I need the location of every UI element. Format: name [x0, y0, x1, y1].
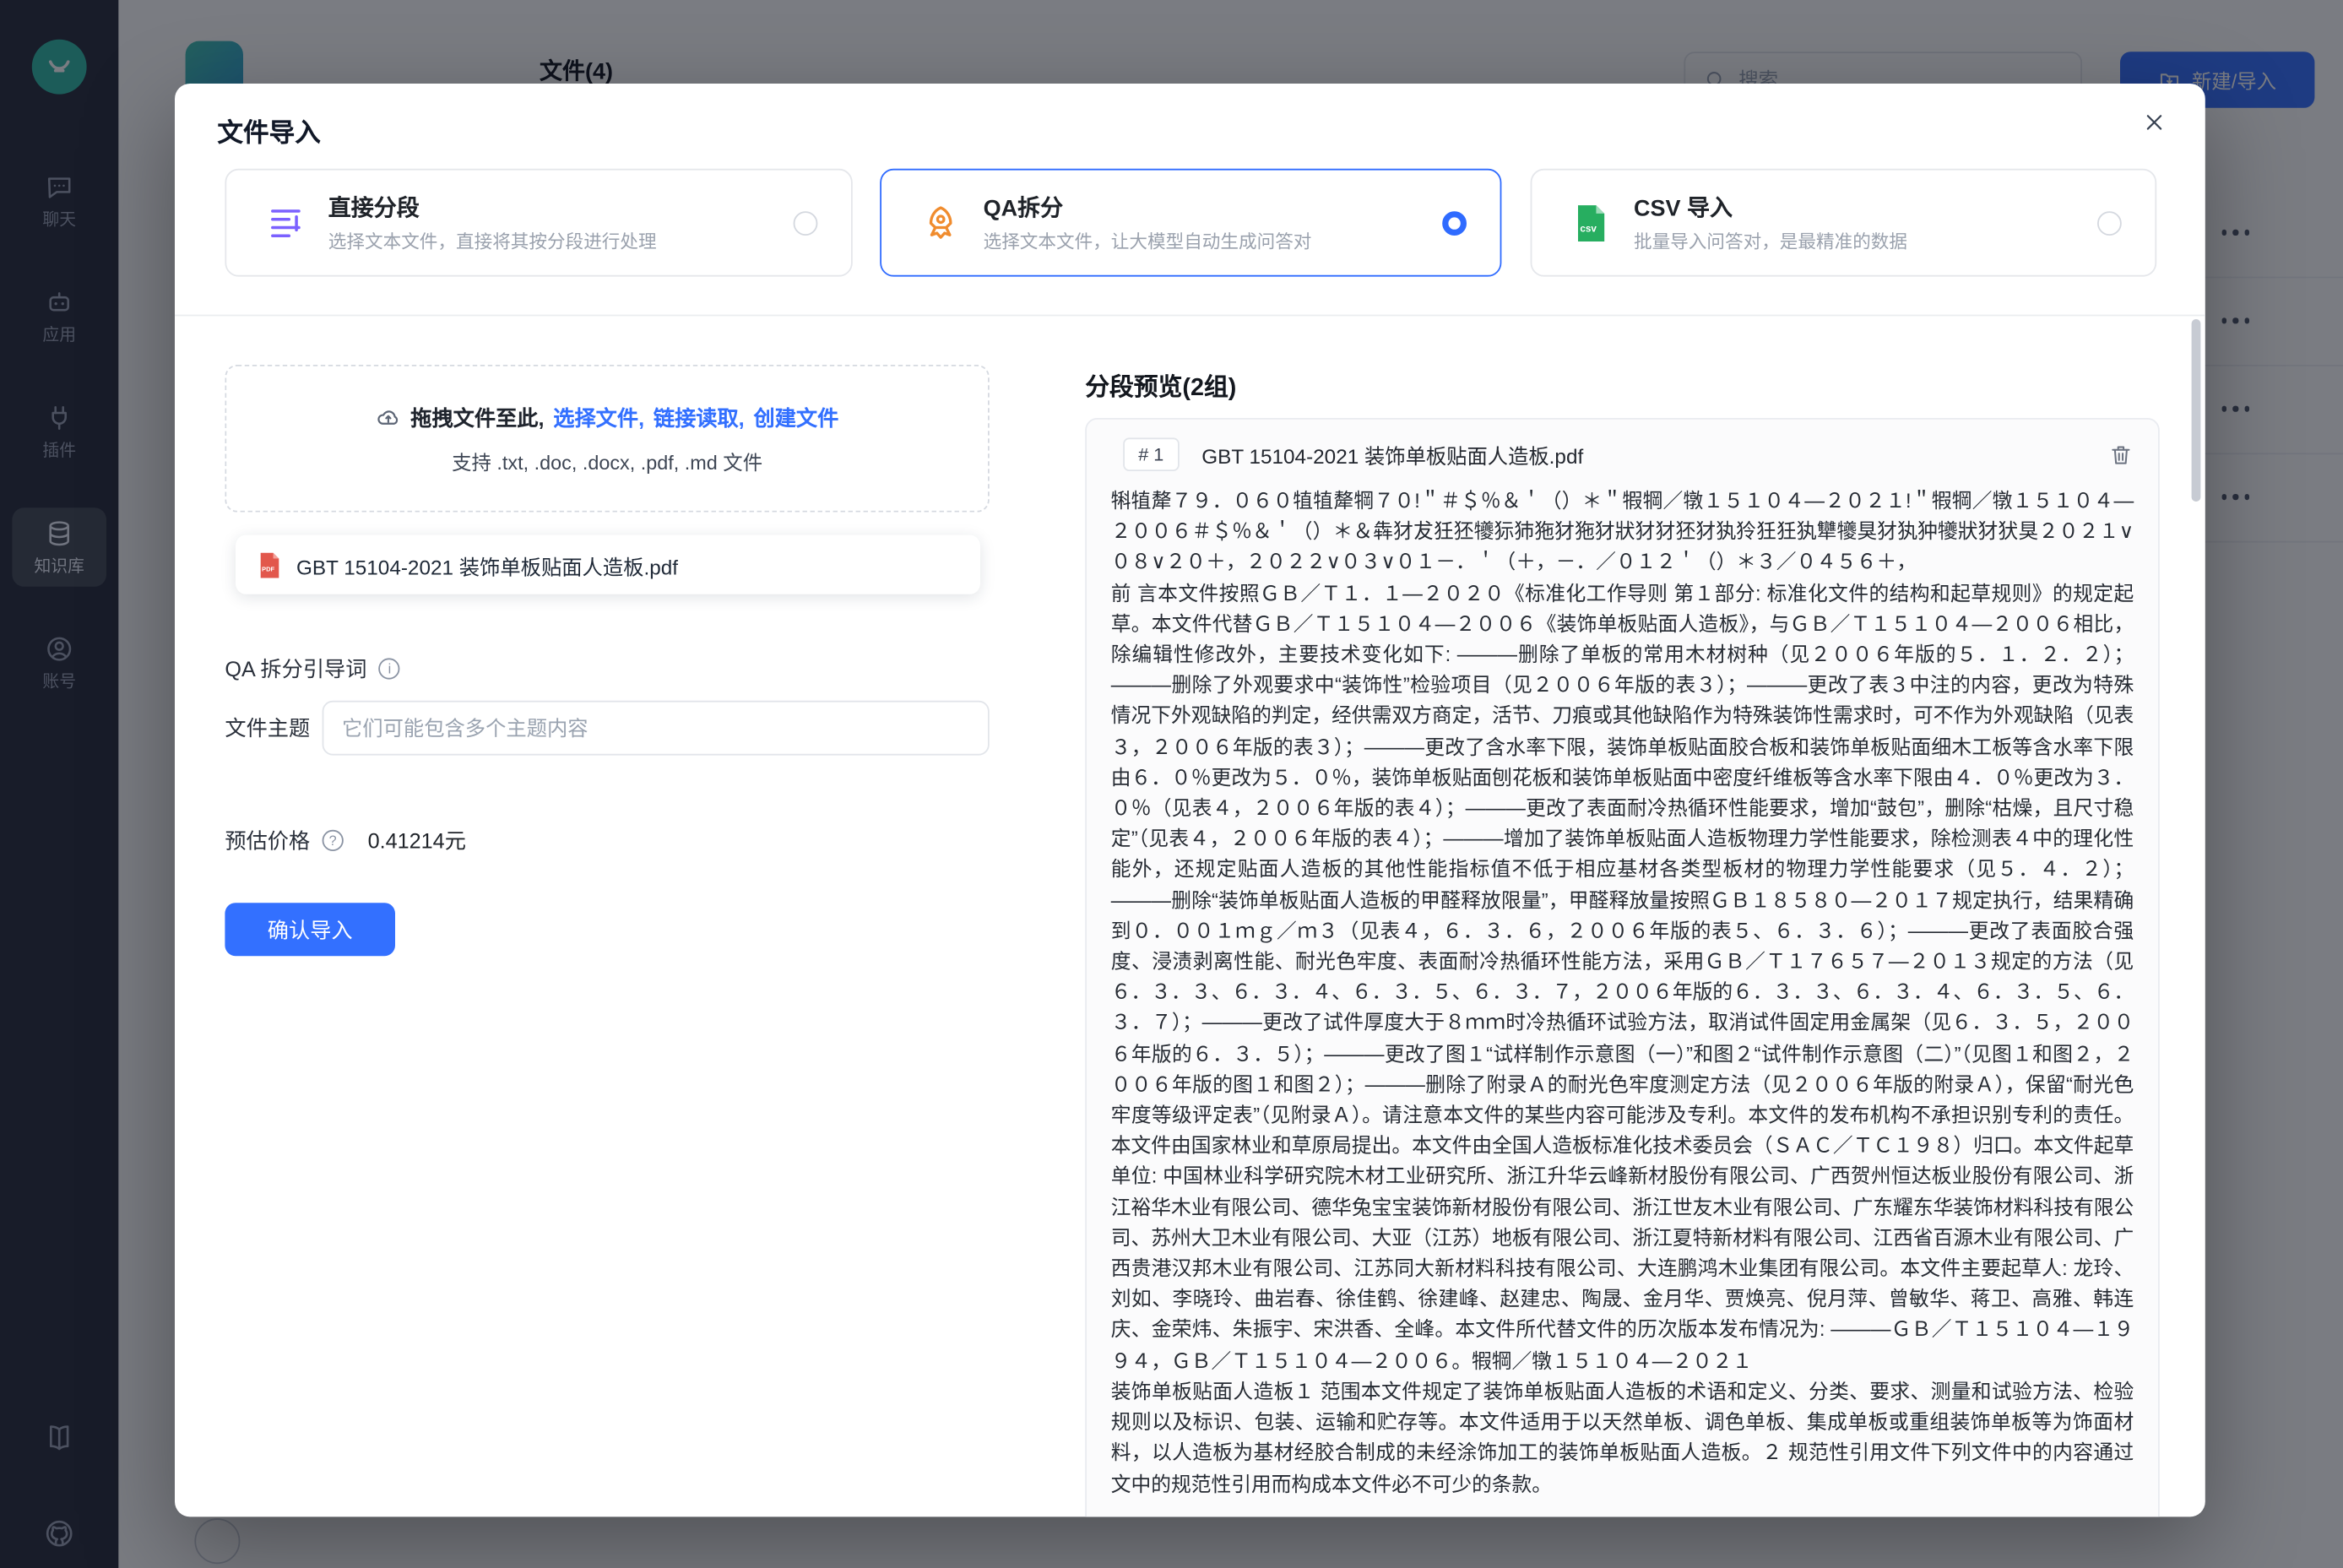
text-segment-icon: [266, 203, 306, 242]
estimated-price-row: 预估价格 ? 0.41214元: [225, 825, 465, 855]
info-icon[interactable]: i: [379, 658, 400, 679]
file-import-modal: 文件导入 直接分段 选择文本文件，直接将其按分段进行处理 QA拆分 选择文本文件…: [175, 84, 2205, 1516]
modal-divider: [175, 315, 2205, 317]
close-icon: [2140, 109, 2167, 135]
screen: 聊天 应用 插件 知识库 账号 文件(4): [0, 0, 2343, 1568]
estimated-price-label: 预估价格: [225, 825, 310, 855]
cloud-upload-icon: [376, 404, 402, 431]
file-drop-area[interactable]: 拖拽文件至此, 选择文件, 链接读取, 创建文件 支持 .txt, .doc, …: [225, 365, 989, 513]
file-theme-input[interactable]: [323, 701, 990, 756]
uploaded-file-item[interactable]: PDF GBT 15104-2021 装饰单板贴面人造板.pdf: [236, 535, 980, 594]
preview-chunk-card: # 1 GBT 15104-2021 装饰单板贴面人造板.pdf 犐犆犛７９．０…: [1085, 418, 2160, 1516]
qa-prompt-row: QA 拆分引导词 i: [225, 654, 400, 684]
mode-title: 直接分段: [328, 192, 771, 224]
mode-title: QA拆分: [984, 192, 1420, 224]
mode-card-direct-segment[interactable]: 直接分段 选择文本文件，直接将其按分段进行处理: [225, 169, 852, 277]
chunk-text: 犐犆犛７９．０６０犆犆犛犅７０!＂＃＄％＆＇（）＊＂犌犅／犜１５１０４—２０２１…: [1087, 483, 2158, 1500]
svg-text:PDF: PDF: [262, 564, 274, 572]
supported-formats-note: 支持 .txt, .doc, .docx, .pdf, .md 文件: [452, 446, 762, 475]
svg-text:csv: csv: [1580, 222, 1597, 233]
drag-label: 拖拽文件至此,: [410, 402, 544, 432]
mode-card-qa-split[interactable]: QA拆分 选择文本文件，让大模型自动生成问答对: [880, 169, 1501, 277]
trash-icon: [2108, 442, 2134, 468]
estimated-price-value: 0.41214元: [368, 825, 466, 855]
csv-file-icon: csv: [1571, 203, 1611, 242]
mode-desc: 选择文本文件，直接将其按分段进行处理: [328, 228, 771, 254]
link-read-link[interactable]: 链接读取,: [654, 402, 745, 432]
mode-radio[interactable]: [794, 210, 818, 235]
chunk-file-name: GBT 15104-2021 装饰单板贴面人造板.pdf: [1201, 439, 2085, 469]
mode-radio[interactable]: [2097, 210, 2122, 235]
choose-file-link[interactable]: 选择文件,: [553, 402, 644, 432]
preview-scrollbar-thumb[interactable]: [2192, 319, 2201, 502]
delete-chunk-button[interactable]: [2108, 442, 2134, 468]
qa-prompt-label: QA 拆分引导词: [225, 654, 366, 684]
segment-preview-title: 分段预览(2组): [1085, 366, 1236, 403]
rocket-icon: [921, 203, 961, 242]
create-file-link[interactable]: 创建文件: [753, 402, 838, 432]
mode-title: CSV 导入: [1634, 192, 2075, 224]
pdf-file-icon: PDF: [258, 551, 281, 578]
mode-radio-checked[interactable]: [1442, 210, 1467, 235]
mode-desc: 批量导入问答对，是最精准的数据: [1634, 228, 2075, 254]
file-theme-row: 文件主题: [225, 701, 989, 756]
confirm-import-button[interactable]: 确认导入: [225, 903, 395, 956]
question-icon[interactable]: ?: [323, 830, 344, 851]
close-button[interactable]: [2135, 103, 2172, 139]
chunk-index-badge: # 1: [1123, 437, 1179, 471]
modal-title: 文件导入: [217, 111, 320, 149]
mode-card-csv-import[interactable]: csv CSV 导入 批量导入问答对，是最精准的数据: [1531, 169, 2157, 277]
uploaded-file-name: GBT 15104-2021 装饰单板贴面人造板.pdf: [296, 550, 678, 580]
file-theme-label: 文件主题: [225, 713, 322, 743]
mode-desc: 选择文本文件，让大模型自动生成问答对: [984, 228, 1420, 254]
